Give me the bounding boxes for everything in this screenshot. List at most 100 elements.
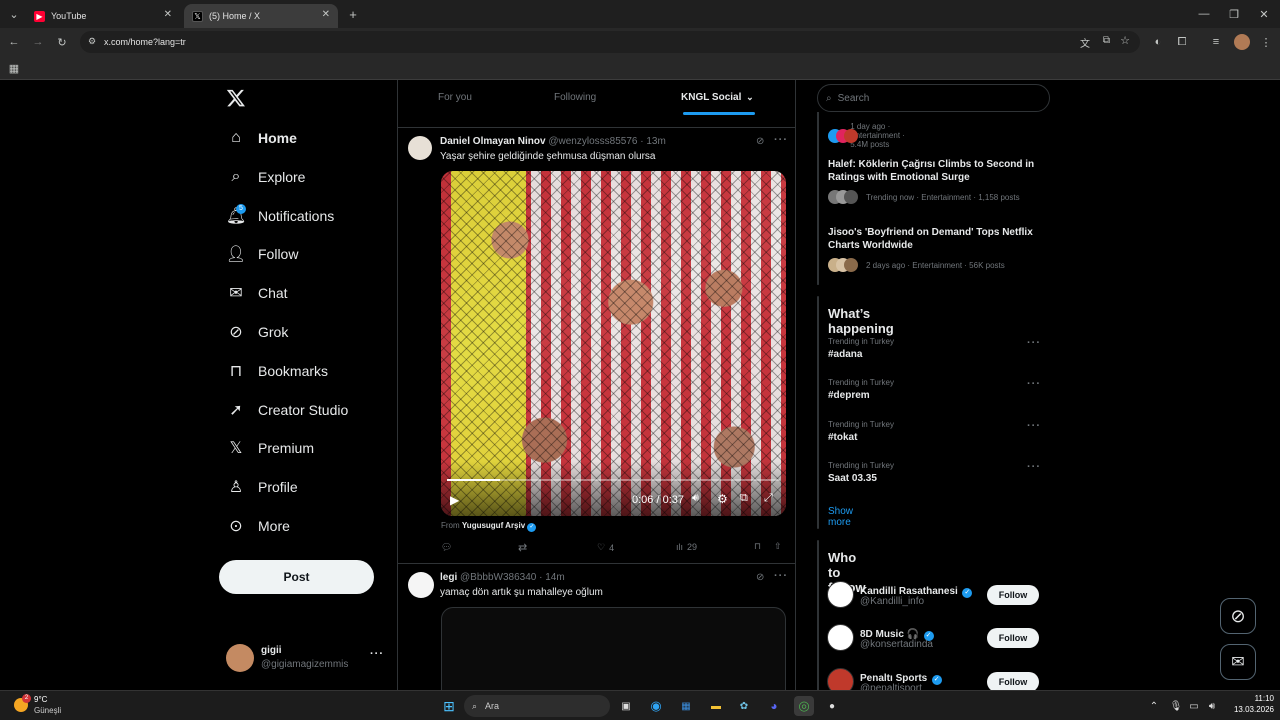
sidebar-item-explore[interactable]: ⌕ Explore xyxy=(226,165,306,189)
forward-icon[interactable]: → xyxy=(30,34,46,50)
back-icon[interactable]: ← xyxy=(6,34,22,50)
tab-kngl-social[interactable]: KNGL Social ⌄ xyxy=(681,92,754,103)
address-bar[interactable]: ⚙ x.com/home?lang=tr 文 ⧉ ☆ xyxy=(80,31,1140,53)
tab-for-you[interactable]: For you xyxy=(438,92,472,103)
discord-icon[interactable]: ◕ xyxy=(764,696,784,716)
tab-search-icon[interactable]: ⌄ xyxy=(6,6,22,22)
sidebar-item-follow[interactable]: 👤︎ Follow xyxy=(226,242,299,266)
file-explorer-icon[interactable]: ▬ xyxy=(706,696,726,716)
extension-icon[interactable]: ◐ xyxy=(1150,34,1166,50)
close-tab-icon[interactable]: ✕ xyxy=(164,9,172,20)
sidebar-item-bookmarks[interactable]: ⊓ Bookmarks xyxy=(226,359,328,383)
extensions-puzzle-icon[interactable]: ⧠ xyxy=(1174,34,1190,50)
reply-button[interactable]: 💬︎ xyxy=(441,542,452,553)
tweet-author-handle[interactable]: @BbbbW386340 xyxy=(460,572,536,583)
minimize-icon[interactable]: — xyxy=(1196,6,1212,22)
task-view-icon[interactable]: ▣ xyxy=(616,696,636,716)
maximize-icon[interactable]: ❐ xyxy=(1226,6,1242,22)
video-progress-track[interactable] xyxy=(447,479,780,481)
pip-icon[interactable]: ⧉ xyxy=(740,492,748,505)
tab-following[interactable]: Following xyxy=(554,92,596,103)
follow-button[interactable]: Follow xyxy=(987,628,1039,649)
account-switcher[interactable]: gigii @gigiamagizemmis ··· xyxy=(226,642,388,676)
volume-icon[interactable]: 🔊︎ xyxy=(692,492,699,505)
reading-list-icon[interactable]: ≡ xyxy=(1208,34,1224,50)
show-more-link[interactable]: Show more xyxy=(828,506,853,528)
sidebar-item-premium[interactable]: 𝕏 Premium xyxy=(226,436,314,460)
translate-icon[interactable]: 文 xyxy=(1080,35,1090,50)
settings-icon[interactable]: ⚙ xyxy=(717,492,728,506)
store-icon[interactable]: ▦ xyxy=(676,696,696,716)
sidebar-item-home[interactable]: ⌂ Home xyxy=(226,126,297,150)
trend-item[interactable]: 1 day ago · Entertainment · 5.4M posts xyxy=(828,122,916,149)
tweet-author-handle[interactable]: @wenzylosss85576 xyxy=(548,136,637,147)
sidebar-item-notifications[interactable]: 🔔︎ 5 Notifications xyxy=(226,203,334,228)
tweet-avatar[interactable] xyxy=(408,136,432,160)
tweet[interactable]: Daniel Olmayan Ninov @wenzylosss85576 · … xyxy=(398,128,795,563)
trend-item[interactable]: Trending in Turkey #tokat ··· xyxy=(828,420,1040,456)
post-button[interactable]: Post xyxy=(219,560,374,594)
chrome-menu-icon[interactable]: ⋮ xyxy=(1258,34,1274,50)
from-source[interactable]: Yugusuguf Arşiv xyxy=(462,521,525,530)
trend-item[interactable]: Halef: Köklerin Çağrısı Climbs to Second… xyxy=(828,158,1038,204)
trend-item[interactable]: Trending in Turkey #deprem ··· xyxy=(828,378,1041,414)
bookmark-button[interactable]: ⊓ xyxy=(754,541,761,552)
trend-item[interactable]: Trending in Turkey Saat 03.35 ··· xyxy=(828,461,1041,497)
grok-fab[interactable]: ⊘ xyxy=(1220,598,1256,634)
app-icon[interactable]: ● xyxy=(822,696,842,716)
close-window-icon[interactable]: ✕ xyxy=(1256,6,1272,22)
sidebar-item-chat[interactable]: ✉ Chat xyxy=(226,281,287,305)
tweet-author-name[interactable]: Daniel Olmayan Ninov xyxy=(440,136,546,147)
share-button[interactable]: ⇧ xyxy=(774,541,782,552)
sidebar-item-creator-studio[interactable]: ➚ Creator Studio xyxy=(226,398,348,422)
browser-tab-youtube[interactable]: ▶ YouTube ✕ xyxy=(26,4,180,28)
suggestion-handle[interactable]: @konsertadinda xyxy=(860,639,933,650)
chat-fab[interactable]: ✉ xyxy=(1220,644,1256,680)
tweet-media[interactable] xyxy=(441,607,786,697)
trend-more-icon[interactable]: ··· xyxy=(1027,337,1041,349)
trend-more-icon[interactable]: ··· xyxy=(1027,461,1041,473)
suggestion-avatar[interactable] xyxy=(827,624,854,652)
follow-button[interactable]: Follow xyxy=(987,585,1039,605)
new-tab-icon[interactable]: + xyxy=(345,6,361,22)
trend-item[interactable]: Jisoo's 'Boyfriend on Demand' Tops Netfl… xyxy=(828,226,1038,272)
trend-more-icon[interactable]: ··· xyxy=(1027,378,1041,390)
clock[interactable]: 11:10 13.03.2026 xyxy=(1226,694,1274,714)
profile-avatar-icon[interactable] xyxy=(1234,34,1250,50)
edge-icon[interactable]: ◉ xyxy=(646,696,666,716)
tweet-avatar[interactable] xyxy=(408,572,434,598)
trend-item[interactable]: Trending in Turkey #adana ··· xyxy=(828,337,1041,373)
suggestion-handle[interactable]: @Kandilli_info xyxy=(860,596,924,607)
tweet-time[interactable]: · 14m xyxy=(539,572,565,583)
sidebar-item-more[interactable]: ⊙ More xyxy=(226,514,290,538)
more-icon[interactable]: ··· xyxy=(370,648,384,660)
install-app-icon[interactable]: ⧉ xyxy=(1103,35,1110,46)
tweet-author-name[interactable]: legi xyxy=(440,572,457,583)
views-button[interactable]: ılı 29 xyxy=(676,542,697,552)
tray-chevron-icon[interactable]: ⌃ xyxy=(1144,696,1164,716)
site-info-icon[interactable]: ⚙ xyxy=(88,36,96,47)
search-input[interactable]: ⌕ Search xyxy=(817,84,1050,112)
sidebar-item-grok[interactable]: ⊘ Grok xyxy=(226,320,288,344)
microphone-icon[interactable]: 🎙︎ xyxy=(1166,696,1186,716)
reload-icon[interactable]: ↻ xyxy=(54,34,70,50)
tweet[interactable]: legi @BbbbW386340 · 14m ⊘ ··· yamaç dön … xyxy=(398,564,795,697)
grok-icon[interactable]: ⊘ xyxy=(756,136,764,147)
like-button[interactable]: ♡ 4 xyxy=(597,542,614,553)
chrome-icon[interactable]: ◎ xyxy=(794,696,814,716)
network-icon[interactable]: ▭ xyxy=(1184,696,1204,716)
tweet-more-icon[interactable]: ··· xyxy=(774,134,788,146)
grok-icon[interactable]: ⊘ xyxy=(756,572,764,583)
x-logo-icon[interactable] xyxy=(226,88,248,110)
tweet-more-icon[interactable]: ··· xyxy=(774,570,788,582)
close-tab-icon[interactable]: ✕ xyxy=(322,9,330,20)
start-icon[interactable]: ⊞ xyxy=(439,696,459,716)
weather-widget[interactable]: 2 9°C Güneşli xyxy=(12,694,82,718)
tweet-time[interactable]: · 13m xyxy=(640,136,666,147)
apps-grid-icon[interactable]: ▦ xyxy=(6,60,22,76)
tweet-video[interactable]: ▶ 0:06 / 0:37 🔊︎ ⚙ ⧉ ⤢ xyxy=(441,171,786,516)
suggestion-avatar[interactable] xyxy=(827,581,854,608)
fullscreen-icon[interactable]: ⤢ xyxy=(764,492,773,505)
app-icon[interactable]: ✿ xyxy=(734,696,754,716)
volume-icon[interactable]: 🔊︎ xyxy=(1202,696,1222,716)
